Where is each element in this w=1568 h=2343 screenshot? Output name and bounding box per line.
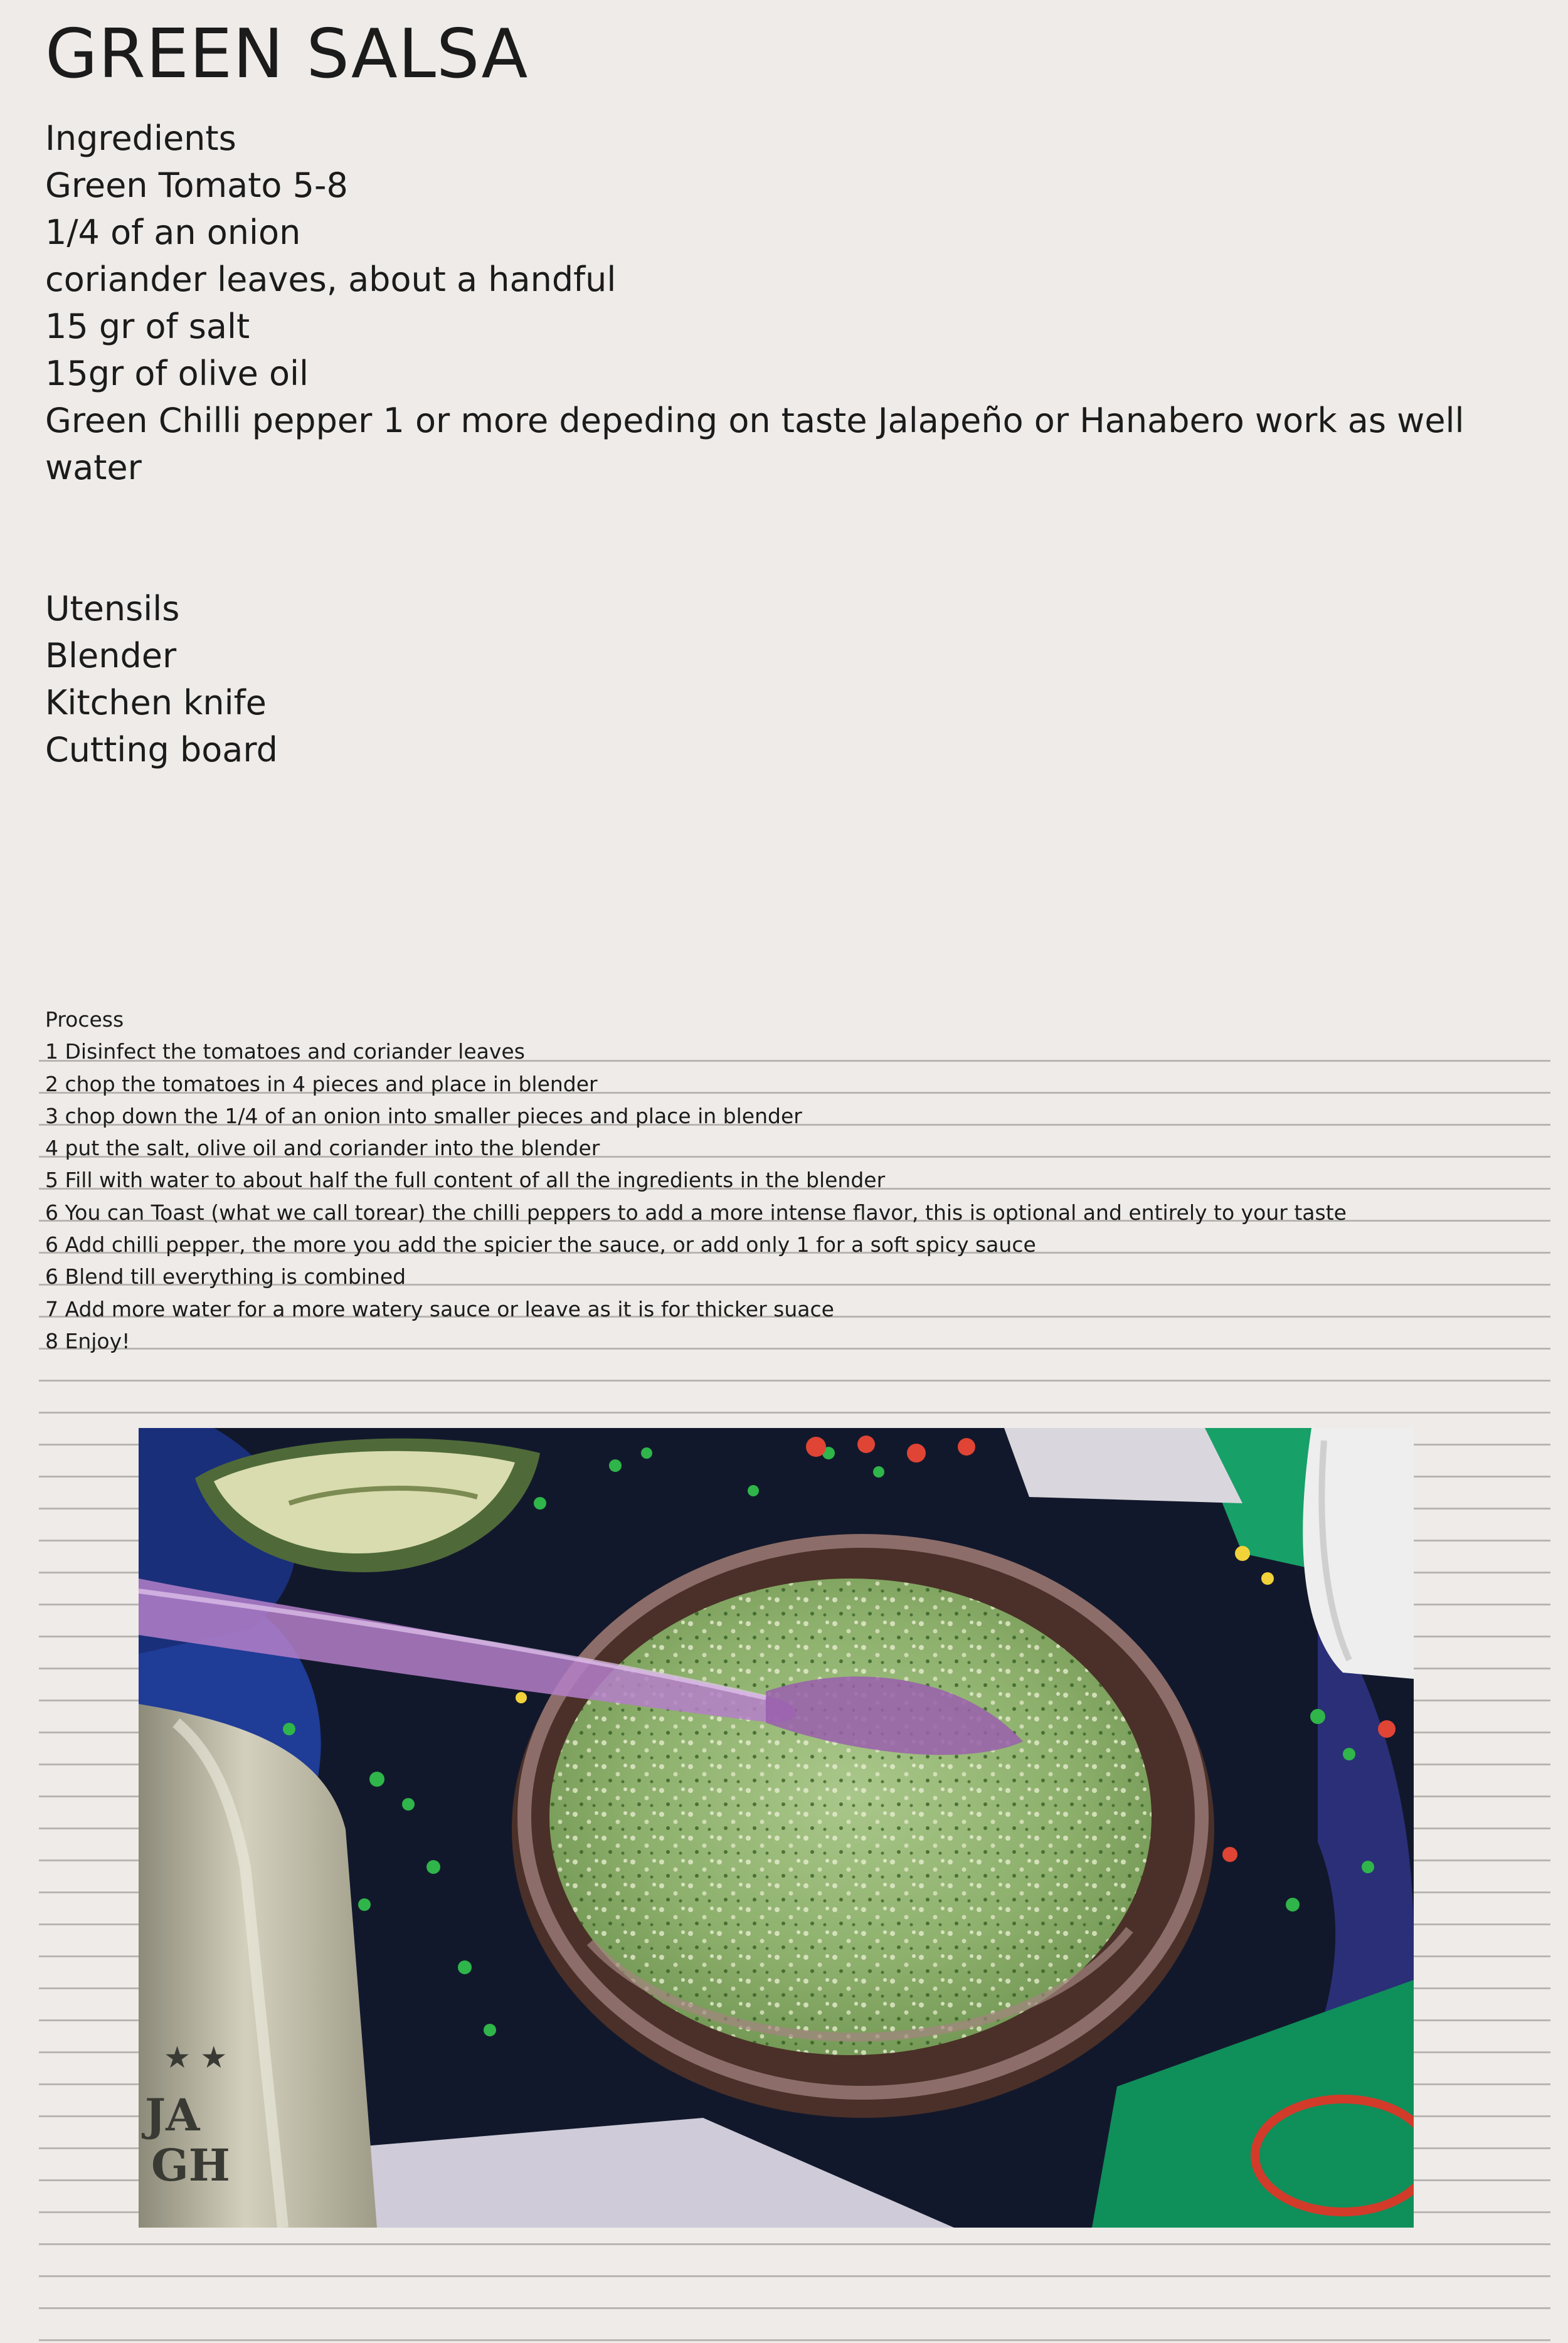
svg-text:★ ★: ★ ★ <box>164 2040 227 2075</box>
utensil-item: Cutting board <box>45 730 278 770</box>
svg-text:GH: GH <box>151 2139 230 2191</box>
process-step: 1 Disinfect the tomatoes and coriander l… <box>45 1039 525 1064</box>
recipe-title: GREEN SALSA <box>45 15 529 93</box>
process-heading: Process <box>45 1007 124 1032</box>
utensil-item: Blender <box>45 636 177 675</box>
process-section: Process 1 Disinfect the tomatoes and cor… <box>45 1003 1347 1357</box>
process-step: 5 Fill with water to about half the full… <box>45 1168 886 1193</box>
utensils-section: Utensils Blender Kitchen knife Cutting b… <box>45 585 278 773</box>
recipe-page: GREEN SALSA Ingredients Green Tomato 5-8… <box>0 0 1568 2343</box>
process-step: 7 Add more water for a more watery sauce… <box>45 1296 834 1321</box>
utensil-item: Kitchen knife <box>45 683 267 722</box>
ingredient-item: 15 gr of salt <box>45 307 250 346</box>
process-step: 6 Add chilli pepper, the more you add th… <box>45 1232 1036 1257</box>
ingredients-section: Ingredients Green Tomato 5-8 1/4 of an o… <box>45 115 1465 491</box>
process-step: 2 chop the tomatoes in 4 pieces and plac… <box>45 1071 598 1096</box>
process-step: 8 Enjoy! <box>45 1328 130 1353</box>
salsa-bowl-photo: ★ ★ JA GH <box>139 1428 1414 2228</box>
ingredient-item: water <box>45 448 142 487</box>
ingredient-item: Green Tomato 5-8 <box>45 166 348 205</box>
utensils-heading: Utensils <box>45 589 180 628</box>
process-step: 4 put the salt, olive oil and coriander … <box>45 1136 600 1161</box>
ingredient-item: 15gr of olive oil <box>45 354 309 393</box>
process-step: 3 chop down the 1/4 of an onion into sma… <box>45 1103 802 1128</box>
process-step: 6 You can Toast (what we call torear) th… <box>45 1200 1347 1225</box>
ingredient-item: Green Chilli pepper 1 or more depeding o… <box>45 401 1465 440</box>
ingredient-item: 1/4 of an onion <box>45 213 301 252</box>
ingredients-heading: Ingredients <box>45 119 236 158</box>
process-step: 6 Blend till everything is combined <box>45 1264 406 1289</box>
ingredient-item: coriander leaves, about a handful <box>45 260 617 299</box>
svg-text:JA: JA <box>141 2089 201 2141</box>
